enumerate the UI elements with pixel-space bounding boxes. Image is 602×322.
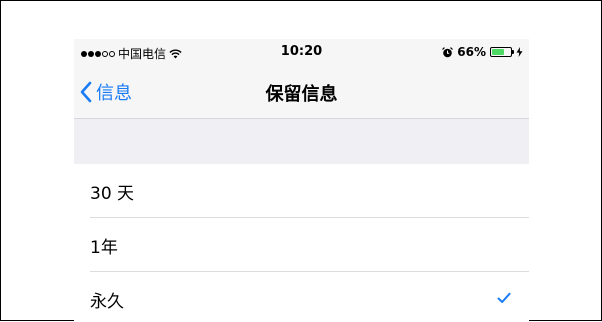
option-label: 永久 [90, 292, 124, 312]
carrier-name: 中国电信 [118, 47, 167, 61]
phone-screen: 中国电信 10:20 66% 信息 保留信息 30 天 1年 永久 [74, 39, 529, 322]
screenshot-frame: 中国电信 10:20 66% 信息 保留信息 30 天 1年 永久 [0, 0, 602, 322]
option-label: 1年 [90, 238, 118, 258]
option-label: 30 天 [90, 184, 135, 204]
battery-icon [490, 47, 514, 57]
chevron-left-icon [80, 81, 92, 103]
navigation-bar: 信息 保留信息 [74, 67, 529, 119]
status-bar-right: 66% [442, 45, 523, 59]
alarm-icon [442, 46, 454, 57]
page-title: 保留信息 [265, 84, 338, 105]
option-1-year[interactable]: 1年 [74, 218, 529, 272]
option-30-days[interactable]: 30 天 [74, 164, 529, 218]
back-button-label: 信息 [96, 83, 132, 104]
charging-bolt-icon [516, 47, 523, 57]
group-header-spacer [74, 119, 529, 164]
back-button[interactable]: 信息 [80, 79, 132, 105]
wifi-icon [169, 48, 182, 58]
retention-options-list: 30 天 1年 永久 [74, 164, 529, 322]
option-forever[interactable]: 永久 [74, 272, 529, 322]
battery-fill [492, 49, 504, 55]
status-bar-left: 中国电信 [81, 45, 182, 62]
status-bar: 中国电信 10:20 66% [74, 39, 529, 67]
signal-strength-icon [81, 50, 115, 57]
battery-percent: 66% [457, 45, 486, 59]
checkmark-icon [497, 292, 511, 303]
